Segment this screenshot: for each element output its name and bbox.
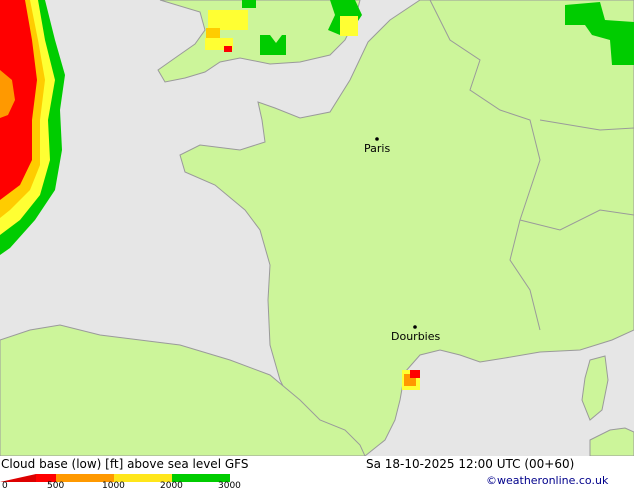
cloud-patch-red-1 — [224, 46, 232, 52]
cloud-patch-yellow-1 — [208, 10, 248, 30]
cloud-patch-orange-1 — [206, 28, 220, 38]
city-label-paris: Paris — [364, 142, 390, 155]
cloud-patch-red-nice — [410, 370, 420, 378]
city-label-dourbies: Dourbies — [391, 330, 441, 343]
footer-bar: Cloud base (low) [ft] above sea level GF… — [0, 456, 634, 491]
cloud-patch-yellow-3 — [340, 16, 358, 36]
map-title: Cloud base (low) [ft] above sea level GF… — [1, 457, 249, 471]
map-canvas[interactable]: Paris Dourbies — [0, 0, 634, 456]
city-marker-dourbies — [413, 325, 417, 329]
credit-link[interactable]: ©weatheronline.co.uk — [486, 474, 608, 487]
cloud-patch-green-3 — [242, 0, 256, 8]
city-marker-paris — [375, 137, 379, 141]
map-datetime: Sa 18-10-2025 12:00 UTC (00+60) — [366, 457, 575, 471]
